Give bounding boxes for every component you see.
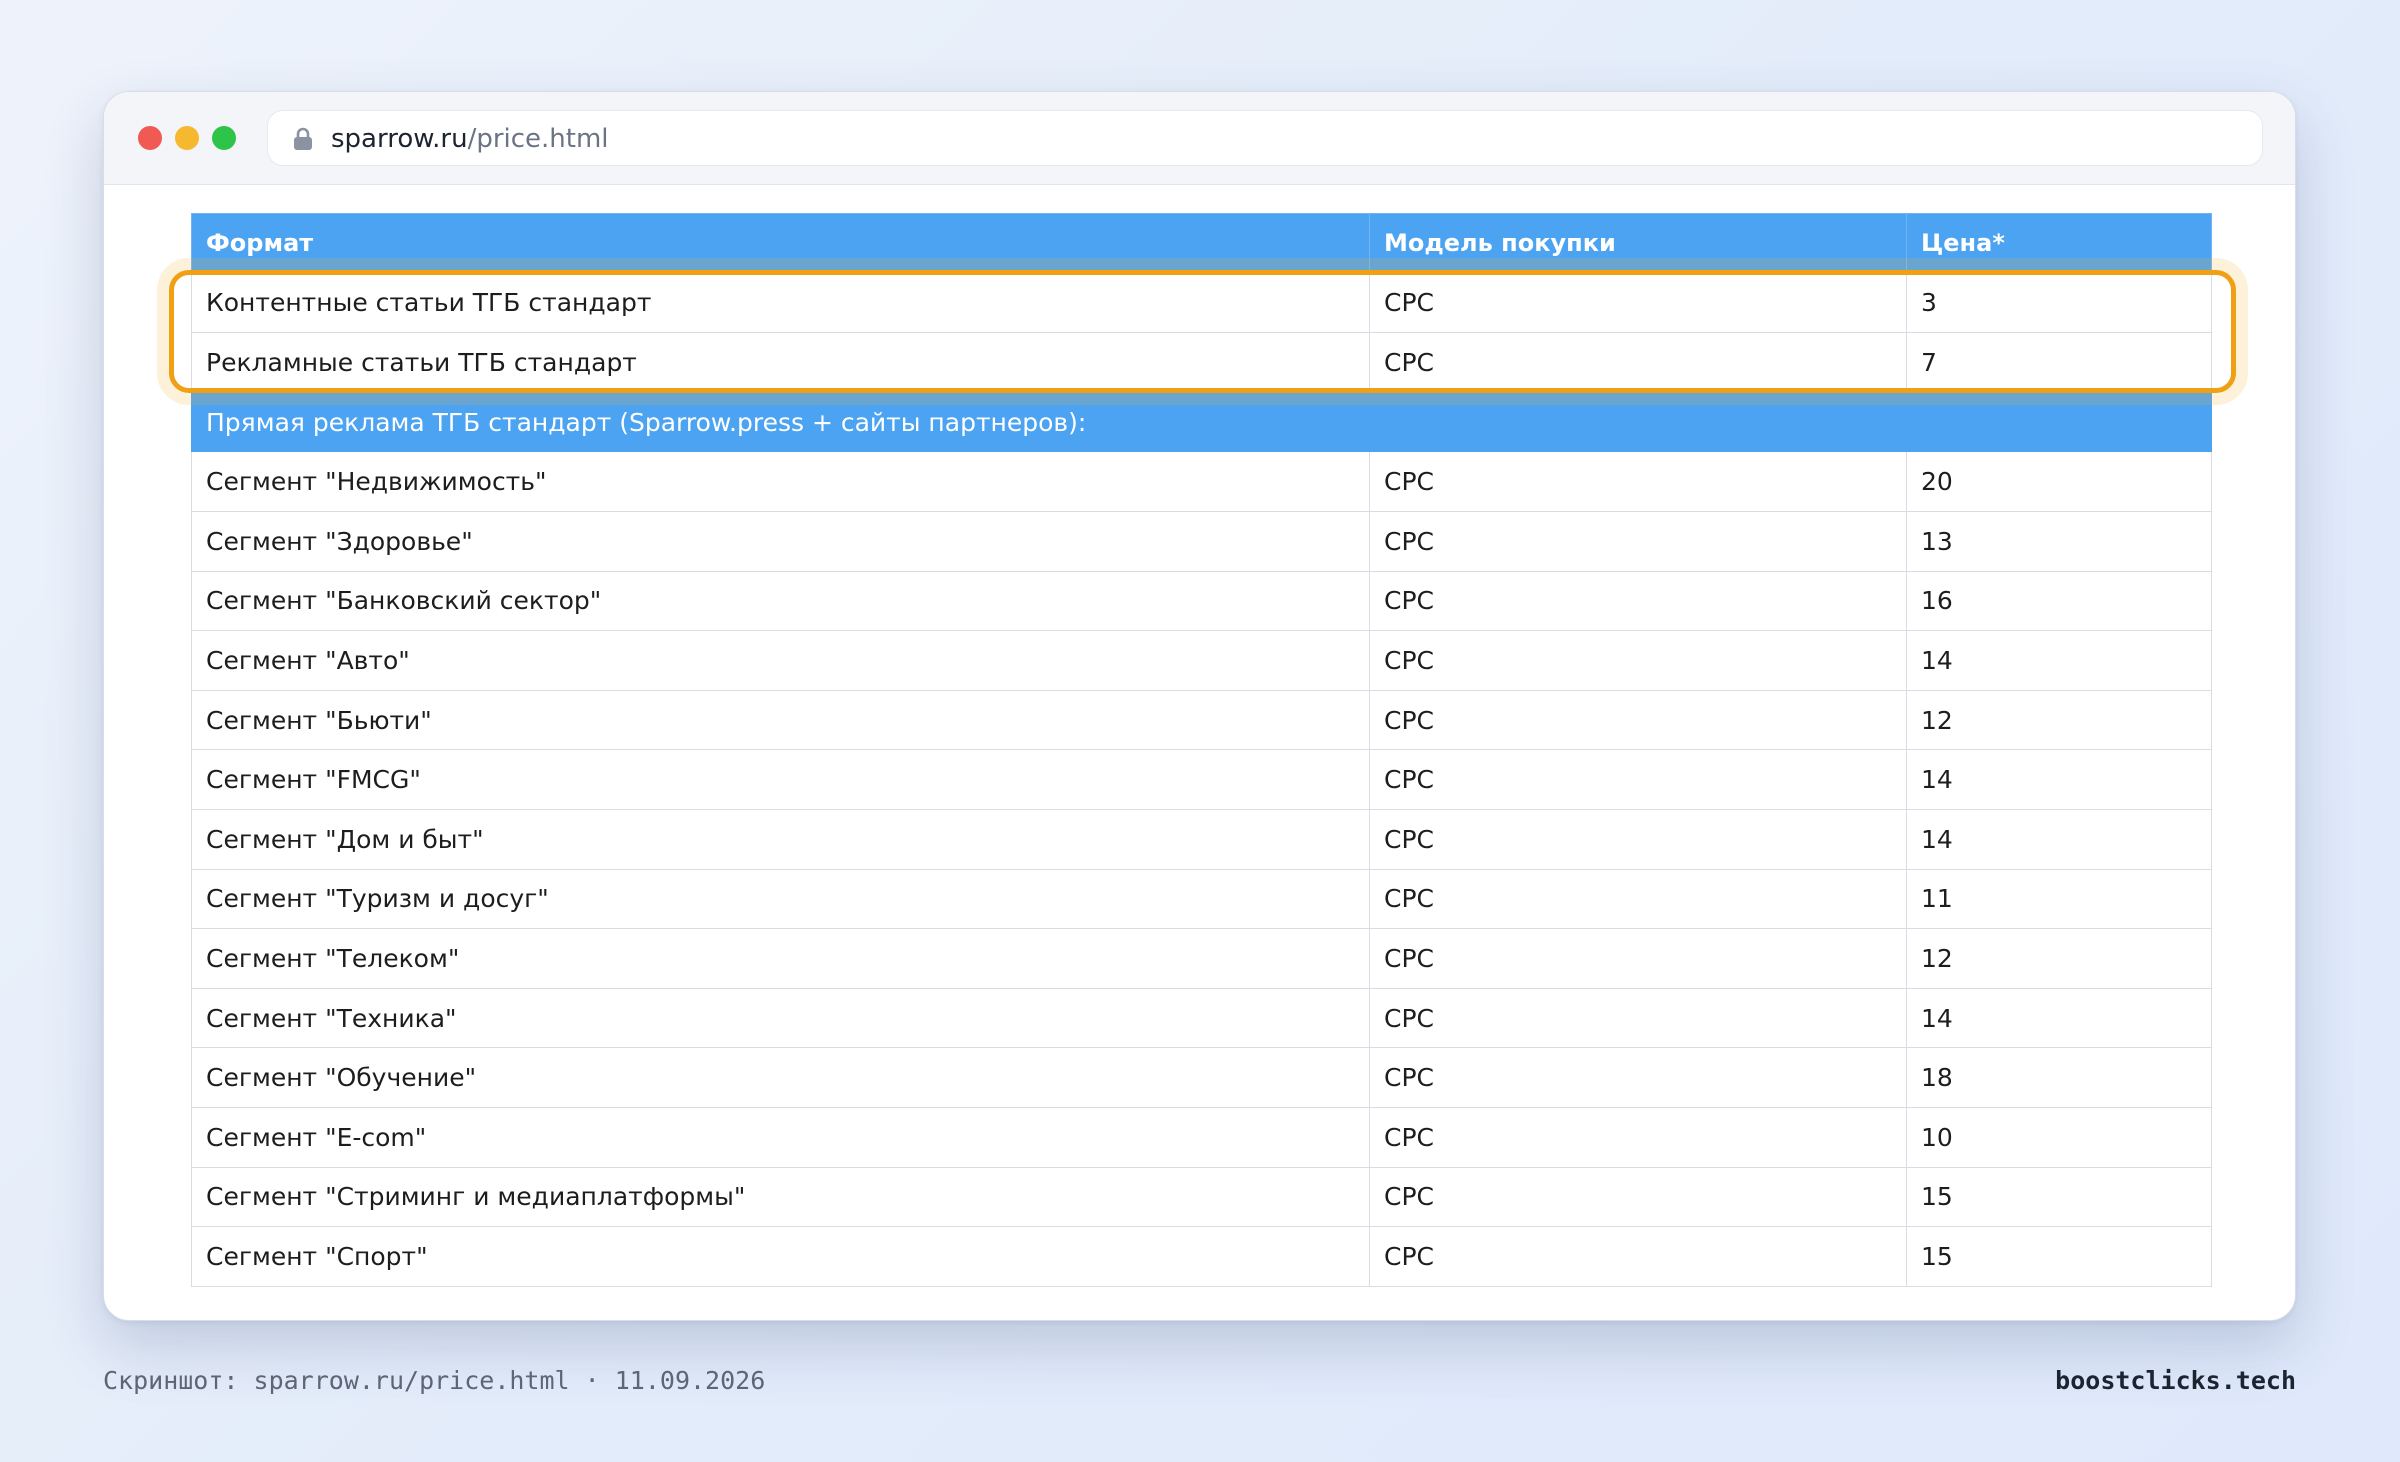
cell-model: CPC <box>1369 510 1907 572</box>
table-row: Сегмент "Спорт" CPC 15 <box>191 1226 2212 1287</box>
maximize-window-button[interactable] <box>212 126 236 150</box>
cell-format: Сегмент "Техника" <box>191 987 1370 1049</box>
cell-price: 11 <box>1906 868 2212 930</box>
cell-model: CPC <box>1369 1166 1907 1228</box>
cell-format: Сегмент "Бьюти" <box>191 689 1370 751</box>
cell-price: 14 <box>1906 808 2212 870</box>
cell-format: Сегмент "Обучение" <box>191 1047 1370 1108</box>
table-row: Рекламные статьи ТГБ стандарт CPC 7 <box>191 332 2212 393</box>
table-body: Контентные статьи ТГБ стандарт CPC 3 Реклам… <box>191 272 2212 1287</box>
cell-format: Сегмент "Спорт" <box>191 1226 1370 1287</box>
cell-format: Контентные статьи ТГБ стандарт <box>191 272 1370 334</box>
cell-model: CPC <box>1369 928 1907 989</box>
table-row: Сегмент "FMCG" CPC 14 <box>191 749 2212 810</box>
cell-price: 10 <box>1906 1106 2212 1168</box>
url-path: /price.html <box>467 124 609 154</box>
address-bar-url[interactable]: sparrow.ru/price.html <box>331 123 609 155</box>
column-header-format: Формат <box>191 213 1370 274</box>
lock-icon <box>294 127 312 150</box>
minimize-window-button[interactable] <box>175 126 199 150</box>
table-row: Сегмент "Банковский сектор" CPC 16 <box>191 570 2212 632</box>
brand-label: boostclicks.tech <box>2055 1366 2296 1395</box>
cell-format: Сегмент "Туризм и досуг" <box>191 868 1370 930</box>
table-row: Сегмент "Телеком" CPC 12 <box>191 928 2212 989</box>
price-table: Формат Модель покупки Цена* Контентные с… <box>191 213 2212 1287</box>
url-domain: sparrow.ru <box>331 124 468 154</box>
table-row: Сегмент "Туризм и досуг" CPC 11 <box>191 868 2212 930</box>
cell-model: CPC <box>1369 332 1907 393</box>
close-window-button[interactable] <box>138 126 162 150</box>
table-row: Сегмент "Недвижимость" CPC 20 <box>191 451 2212 512</box>
table-row: Сегмент "Техника" CPC 14 <box>191 987 2212 1049</box>
screenshot-caption: Скриншот: sparrow.ru/price.html · 11.09.… <box>103 1366 766 1395</box>
cell-format: Сегмент "FMCG" <box>191 749 1370 810</box>
table-row: Контентные статьи ТГБ стандарт CPC 3 <box>191 272 2212 334</box>
section-header-row: Прямая реклама ТГБ стандарт (Sparrow.pre… <box>191 391 2212 453</box>
cell-price: 12 <box>1906 689 2212 751</box>
column-header-price: Цена* <box>1906 213 2212 274</box>
table-row: Сегмент "Бьюти" CPC 12 <box>191 689 2212 751</box>
cell-model: CPC <box>1369 1047 1907 1108</box>
cell-model: CPC <box>1369 749 1907 810</box>
cell-format: Сегмент "Дом и быт" <box>191 808 1370 870</box>
cell-model: CPC <box>1369 689 1907 751</box>
address-bar[interactable]: sparrow.ru/price.html <box>267 110 2263 166</box>
cell-price: 14 <box>1906 749 2212 810</box>
cell-price: 13 <box>1906 510 2212 572</box>
cell-price: 3 <box>1906 272 2212 334</box>
cell-format: Сегмент "Здоровье" <box>191 510 1370 572</box>
cell-format: Сегмент "Телеком" <box>191 928 1370 989</box>
table-row: Сегмент "Стриминг и медиаплатформы" CPC 15 <box>191 1166 2212 1228</box>
cell-format: Сегмент "E-com" <box>191 1106 1370 1168</box>
table-row: Сегмент "Обучение" CPC 18 <box>191 1047 2212 1108</box>
cell-price: 7 <box>1906 332 2212 393</box>
cell-model: CPC <box>1369 1106 1907 1168</box>
cell-model: CPC <box>1369 1226 1907 1287</box>
cell-format: Сегмент "Банковский сектор" <box>191 570 1370 632</box>
table-row: Сегмент "E-com" CPC 10 <box>191 1106 2212 1168</box>
cell-price: 12 <box>1906 928 2212 989</box>
cell-model: CPC <box>1369 868 1907 930</box>
table-row: Сегмент "Авто" CPC 14 <box>191 630 2212 691</box>
cell-format: Рекламные статьи ТГБ стандарт <box>191 332 1370 393</box>
cell-format: Сегмент "Авто" <box>191 630 1370 691</box>
cell-price: 15 <box>1906 1166 2212 1228</box>
cell-model: CPC <box>1369 570 1907 632</box>
cell-model: CPC <box>1369 272 1907 334</box>
cell-model: CPC <box>1369 630 1907 691</box>
cell-model: CPC <box>1369 987 1907 1049</box>
cell-format: Сегмент "Недвижимость" <box>191 451 1370 512</box>
cell-price: 14 <box>1906 630 2212 691</box>
section-title: Прямая реклама ТГБ стандарт (Sparrow.pre… <box>191 391 2212 453</box>
cell-price: 18 <box>1906 1047 2212 1108</box>
cell-price: 15 <box>1906 1226 2212 1287</box>
browser-window: sparrow.ru/price.html Формат Модель поку… <box>103 91 2296 1321</box>
column-header-model: Модель покупки <box>1369 213 1907 274</box>
cell-model: CPC <box>1369 808 1907 870</box>
cell-price: 16 <box>1906 570 2212 632</box>
cell-price: 20 <box>1906 451 2212 512</box>
table-row: Сегмент "Дом и быт" CPC 14 <box>191 808 2212 870</box>
table-row: Сегмент "Здоровье" CPC 13 <box>191 510 2212 572</box>
cell-price: 14 <box>1906 987 2212 1049</box>
browser-titlebar: sparrow.ru/price.html <box>104 92 2295 185</box>
cell-model: CPC <box>1369 451 1907 512</box>
table-header-row: Формат Модель покупки Цена* <box>191 213 2212 274</box>
cell-format: Сегмент "Стриминг и медиаплатформы" <box>191 1166 1370 1228</box>
